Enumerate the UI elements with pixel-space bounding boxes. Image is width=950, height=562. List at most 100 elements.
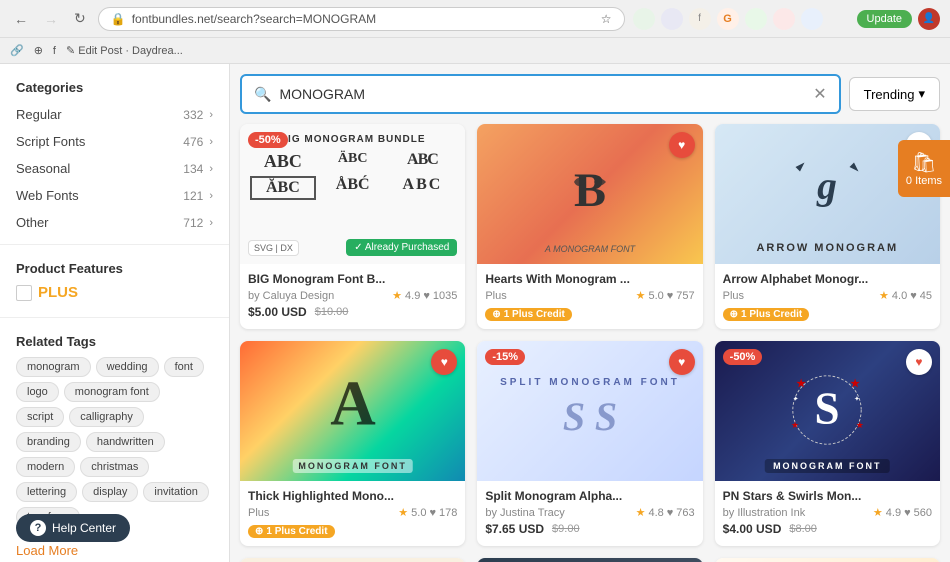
product-old-price-1: $10.00 — [315, 306, 349, 318]
product-price-1: $5.00 USD — [248, 305, 307, 319]
bookmark-edit[interactable]: ✎ Edit Post · Daydrea... — [66, 44, 183, 57]
bookmarks-bar: 🔗 ⊕ f ✎ Edit Post · Daydrea... — [0, 38, 950, 64]
back-button[interactable]: ← — [10, 9, 32, 29]
stars-swirls-svg: S ★ ★ ★ ★ ✦ ✦ — [782, 365, 872, 455]
discount-badge-5: -15% — [485, 349, 525, 365]
search-input[interactable] — [279, 86, 805, 102]
plus-icon-2: ⊕ — [492, 309, 500, 320]
update-button[interactable]: Update — [857, 10, 912, 28]
tag-modern[interactable]: modern — [16, 457, 75, 477]
product-card-7[interactable]: CIRCLE MONOGRAM & FRAME BUNDLE — [240, 558, 465, 562]
wishlist-btn-5[interactable]: ♥ — [669, 349, 695, 375]
product-info-3: Arrow Alphabet Monogr... Plus ★4.0 ♥45 ⊕… — [715, 264, 940, 329]
tag-monogram[interactable]: monogram — [16, 357, 91, 377]
svg-text:B: B — [574, 164, 606, 217]
bookmark-icon-3[interactable]: f — [53, 45, 56, 57]
sidebar-item-script[interactable]: Script Fonts 476 › — [0, 128, 229, 155]
profile-icon[interactable]: 👤 — [918, 8, 940, 30]
help-icon: ? — [30, 520, 46, 536]
product-card-5[interactable]: SPLIT MONOGRAM FONT S S -15% ♥ Split Mon… — [477, 341, 702, 546]
tag-font[interactable]: font — [164, 357, 204, 377]
product-image-1: BIG MONOGRAM BUNDLE ABC ÄBC ABC ĂBC ÅBĆ … — [240, 124, 465, 264]
product-info-2: Hearts With Monogram ... Plus ★5.0 ♥757 … — [477, 264, 702, 329]
reload-button[interactable]: ↻ — [70, 8, 90, 29]
products-grid-bottom: CIRCLE MONOGRAM & FRAME BUNDLE M MONOGRA… — [240, 558, 940, 562]
product-author-4: Plus — [248, 507, 269, 519]
trending-button[interactable]: Trending ▾ — [849, 77, 940, 111]
product-card-9[interactable]: MONOGRAMFONT — [715, 558, 940, 562]
sidebar-count-regular: 332 — [183, 108, 203, 122]
tag-script[interactable]: script — [16, 407, 64, 427]
bookmark-icon-2[interactable]: ⊕ — [34, 44, 43, 57]
tag-logo[interactable]: logo — [16, 382, 59, 402]
product-card-4[interactable]: A MONOGRAM FONT ♥ Thick Highlighted Mono… — [240, 341, 465, 546]
search-icon: 🔍 — [254, 86, 271, 103]
already-purchased-btn[interactable]: ✓ Already Purchased — [346, 239, 457, 256]
divider-1 — [0, 244, 229, 245]
svg-text:✦: ✦ — [793, 394, 799, 403]
search-bar: 🔍 ✕ — [240, 74, 841, 114]
chevron-icon-other: › — [209, 217, 213, 229]
forward-button[interactable]: → — [40, 9, 62, 29]
product-meta-3: Plus ★4.0 ♥45 — [723, 289, 932, 302]
sidebar-count-other: 712 — [183, 216, 203, 230]
tag-wedding[interactable]: wedding — [96, 357, 159, 377]
heart-icon-5: ♥ — [678, 355, 685, 369]
product-info-4: Thick Highlighted Mono... Plus ★5.0 ♥178… — [240, 481, 465, 546]
product-meta-6: by Illustration Ink ★4.9 ♥560 — [723, 506, 932, 519]
plus-credit-badge-2: ⊕1 Plus Credit — [485, 308, 572, 321]
extension-icon-4[interactable]: G — [717, 8, 739, 30]
tag-branding[interactable]: branding — [16, 432, 81, 452]
tag-lettering[interactable]: lettering — [16, 482, 77, 502]
bookmark-icon-1[interactable]: 🔗 — [10, 44, 24, 57]
plus-logo: PLUS — [38, 284, 78, 301]
sidebar-item-regular[interactable]: Regular 332 › — [0, 101, 229, 128]
extension-icon-3[interactable]: f — [689, 8, 711, 30]
help-center-button[interactable]: ? Help Center — [16, 514, 130, 542]
tags-container: monogram wedding font logo monogram font… — [16, 357, 213, 527]
product-author-5: by Justina Tracy — [485, 507, 564, 519]
plus-checkbox[interactable] — [16, 285, 32, 301]
clear-search-button[interactable]: ✕ — [813, 84, 826, 104]
tag-invitation[interactable]: invitation — [143, 482, 208, 502]
product-image-2: B A MONOGRAM FONT ♥ — [477, 124, 702, 264]
chevron-icon-seasonal: › — [209, 163, 213, 175]
tag-display[interactable]: display — [82, 482, 138, 502]
extension-icon-6[interactable] — [773, 8, 795, 30]
lock-icon: 🔒 — [111, 12, 126, 26]
tag-monogram-font[interactable]: monogram font — [64, 382, 160, 402]
floating-cart[interactable]: 🛍 0 Items — [898, 140, 950, 197]
sidebar-item-seasonal[interactable]: Seasonal 134 › — [0, 155, 229, 182]
wishlist-btn-2[interactable]: ♥ — [669, 132, 695, 158]
chevron-icon-script: › — [209, 136, 213, 148]
product-author-3: Plus — [723, 290, 744, 302]
extension-icon-8[interactable] — [829, 8, 851, 30]
url-bar[interactable]: 🔒 fontbundles.net/search?search=MONOGRAM… — [98, 7, 625, 31]
svg-text:★: ★ — [850, 376, 861, 390]
product-card-6[interactable]: S ★ ★ ★ ★ ✦ ✦ MONOGRAM FONT -50% ♥ — [715, 341, 940, 546]
extension-icon-5[interactable] — [745, 8, 767, 30]
extension-icon-1[interactable] — [633, 8, 655, 30]
product-card-1[interactable]: BIG MONOGRAM BUNDLE ABC ÄBC ABC ĂBC ÅBĆ … — [240, 124, 465, 329]
wishlist-btn-6[interactable]: ♥ — [906, 349, 932, 375]
svg-text:S: S — [815, 383, 840, 433]
product-card-2[interactable]: B A MONOGRAM FONT ♥ Hearts With Monogram… — [477, 124, 702, 329]
main-layout: Categories Regular 332 › Script Fonts 47… — [0, 64, 950, 562]
sidebar-item-other[interactable]: Other 712 › — [0, 209, 229, 236]
tag-christmas[interactable]: christmas — [80, 457, 149, 477]
tag-handwritten[interactable]: handwritten — [86, 432, 165, 452]
plus-badge[interactable]: PLUS — [16, 284, 213, 301]
extension-icon-7[interactable] — [801, 8, 823, 30]
svg-text:★: ★ — [856, 420, 864, 430]
extension-icon-2[interactable] — [661, 8, 683, 30]
wishlist-btn-4[interactable]: ♥ — [431, 349, 457, 375]
svg-text:S: S — [595, 394, 617, 439]
sidebar-item-webfonts[interactable]: Web Fonts 121 › — [0, 182, 229, 209]
tag-calligraphy[interactable]: calligraphy — [69, 407, 144, 427]
cart-count: 0 Items — [906, 175, 942, 187]
product-card-8[interactable]: M — [477, 558, 702, 562]
plus-icon-4: ⊕ — [255, 526, 263, 537]
sidebar-label-other: Other — [16, 215, 49, 230]
product-rating-4: ★5.0 ♥178 — [398, 506, 457, 519]
star-icon-5: ★ — [636, 506, 646, 519]
